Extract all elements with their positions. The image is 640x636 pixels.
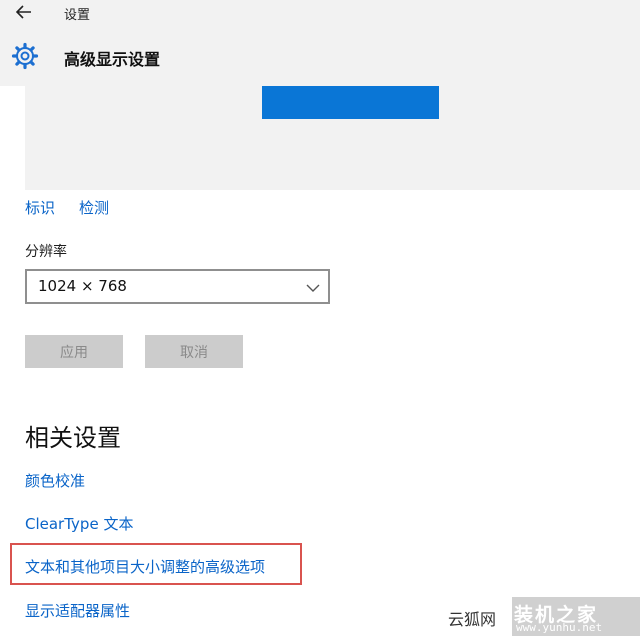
detect-link[interactable]: 检测 <box>79 197 109 218</box>
display-adapter-properties-link[interactable]: 显示适配器属性 <box>25 600 130 621</box>
chevron-down-icon <box>306 280 320 294</box>
app-title: 设置 <box>64 8 91 23</box>
title-bar: 设置 高级显示设置 <box>0 0 640 86</box>
monitor-1-tile[interactable] <box>262 86 439 119</box>
cleartype-text-link[interactable]: ClearType 文本 <box>25 513 133 534</box>
back-button[interactable] <box>10 2 38 24</box>
advanced-sizing-link[interactable]: 文本和其他项目大小调整的高级选项 <box>25 556 265 577</box>
related-settings-title: 相关设置 <box>25 424 121 452</box>
color-calibration-link[interactable]: 颜色校准 <box>25 470 85 491</box>
resolution-value: 1024 × 768 <box>38 277 127 295</box>
arrow-left-icon <box>15 4 32 23</box>
apply-button[interactable]: 应用 <box>25 335 123 368</box>
identify-link[interactable]: 标识 <box>25 197 55 218</box>
watermark-url: www.yunhu.net <box>516 621 603 634</box>
watermark-site: 云狐网 <box>448 610 497 629</box>
resolution-select[interactable]: 1024 × 768 <box>25 269 330 304</box>
watermark: 云狐网 装机之家 www.yunhu.net <box>442 597 640 636</box>
display-preview <box>25 86 640 190</box>
resolution-label: 分辨率 <box>25 244 67 260</box>
cancel-button[interactable]: 取消 <box>145 335 243 368</box>
page-title: 高级显示设置 <box>64 50 161 69</box>
gear-icon <box>11 42 39 70</box>
